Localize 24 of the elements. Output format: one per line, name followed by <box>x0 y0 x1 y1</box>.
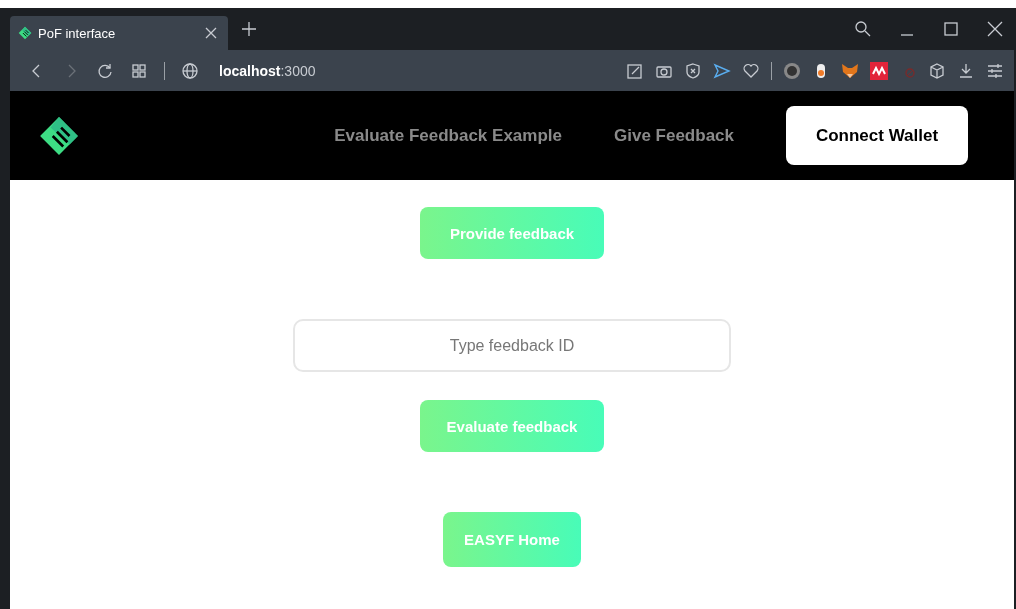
pen-icon[interactable] <box>626 61 644 80</box>
settings-icon[interactable] <box>986 61 1004 80</box>
send-icon[interactable] <box>713 61 731 80</box>
address-field[interactable]: localhost:3000 <box>219 62 610 79</box>
nav-link[interactable]: Evaluate Feedback Example <box>334 125 562 146</box>
browser-tab[interactable]: PoF interface <box>10 16 228 50</box>
maximize-icon[interactable] <box>942 20 960 38</box>
app-icon[interactable] <box>870 61 888 80</box>
heart-icon[interactable] <box>742 61 760 80</box>
fox-icon[interactable] <box>841 61 859 80</box>
globe-icon[interactable] <box>181 61 199 80</box>
reload-icon[interactable] <box>96 61 114 80</box>
cube-icon[interactable] <box>928 61 946 80</box>
plus-icon[interactable] <box>240 20 258 38</box>
feedback-id-field[interactable]: Type feedback ID <box>293 319 731 372</box>
circle-icon[interactable] <box>783 61 801 80</box>
close-icon[interactable] <box>986 20 1004 38</box>
grid-icon[interactable] <box>130 61 148 80</box>
shield-icon[interactable] <box>684 61 702 80</box>
download-icon[interactable] <box>957 61 975 80</box>
nav-link[interactable]: Give Feedback <box>614 125 734 146</box>
connect-wallet-button[interactable]: Connect Wallet <box>786 106 968 165</box>
search-icon[interactable] <box>854 20 872 38</box>
logo-icon <box>18 26 32 40</box>
